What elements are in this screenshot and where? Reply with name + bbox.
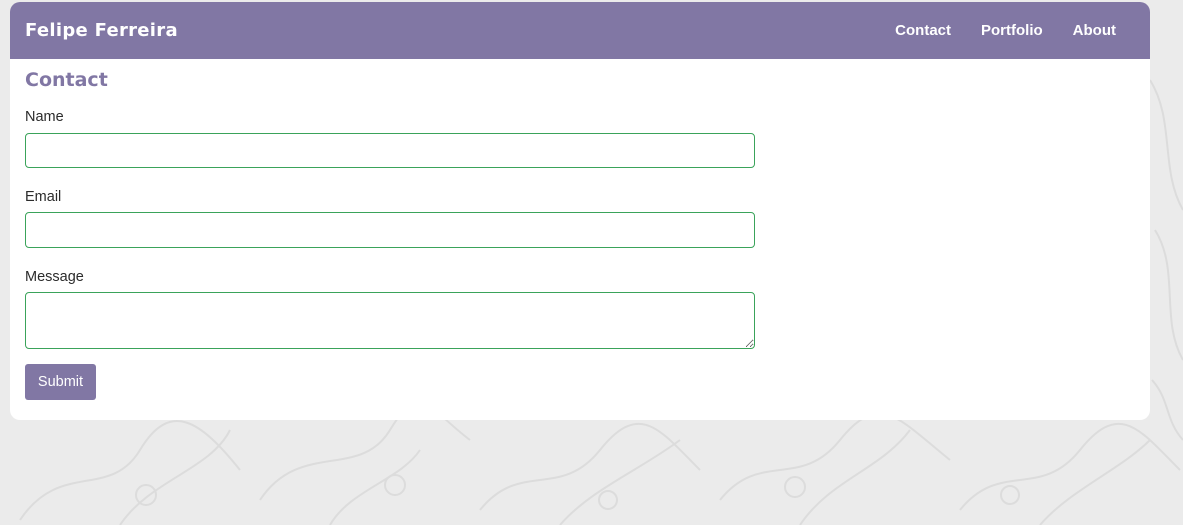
submit-button[interactable]: Submit	[25, 364, 96, 400]
site-brand[interactable]: Felipe Ferreira	[25, 20, 178, 41]
email-label: Email	[25, 189, 62, 205]
nav-link-portfolio[interactable]: Portfolio	[981, 22, 1043, 39]
name-input[interactable]	[25, 133, 755, 168]
nav-links: Contact Portfolio About	[895, 22, 1116, 39]
email-input[interactable]	[25, 212, 755, 248]
nav-link-contact[interactable]: Contact	[895, 22, 951, 39]
nav-link-about[interactable]: About	[1073, 22, 1116, 39]
name-label: Name	[25, 109, 64, 125]
top-navbar: Felipe Ferreira Contact Portfolio About	[10, 2, 1150, 59]
contact-section: Contact Name Email Message Submit	[25, 68, 765, 400]
message-textarea[interactable]	[25, 292, 755, 349]
main-card: Felipe Ferreira Contact Portfolio About …	[10, 2, 1150, 420]
page-title: Contact	[25, 69, 108, 91]
message-label: Message	[25, 269, 84, 285]
